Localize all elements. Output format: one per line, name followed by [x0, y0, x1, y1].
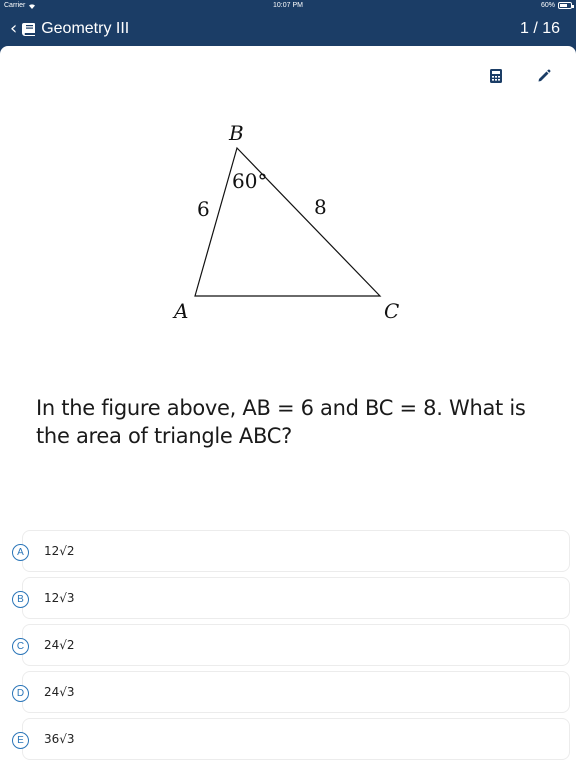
- vertex-a-label: A: [172, 299, 188, 323]
- choice-letter-badge: C: [12, 638, 29, 655]
- back-button[interactable]: ‹ Geometry III: [10, 18, 129, 40]
- book-icon: [22, 23, 36, 36]
- status-time: 10:07 PM: [273, 2, 303, 9]
- choice-text: 24√2: [44, 638, 75, 652]
- battery-percent: 60%: [540, 2, 555, 9]
- choice-letter-badge: B: [12, 591, 29, 608]
- battery-icon: [558, 2, 574, 9]
- pencil-icon[interactable]: [536, 68, 552, 84]
- choice-e[interactable]: E 36√3: [12, 718, 570, 760]
- vertex-b-label: B: [228, 121, 244, 145]
- choice-c[interactable]: C 24√2: [12, 624, 570, 666]
- nav-bar: ‹ Geometry III 1 / 16: [0, 12, 576, 46]
- triangle-figure: B A C 6 8 60°: [172, 121, 399, 323]
- question-progress: 1 / 16: [519, 20, 560, 37]
- status-bar: Carrier 10:07 PM 60%: [0, 0, 576, 12]
- question-text: In the figure above, AB = 6 and BC = 8. …: [36, 396, 526, 448]
- side-bc-label: 8: [314, 195, 327, 219]
- calculator-icon[interactable]: [488, 68, 504, 84]
- side-ab-label: 6: [197, 197, 210, 221]
- vertex-c-label: C: [384, 299, 399, 323]
- choice-letter-badge: A: [12, 544, 29, 561]
- choice-text: 12√2: [44, 544, 75, 558]
- battery-info: 60%: [540, 2, 574, 9]
- page-title: Geometry III: [41, 20, 130, 37]
- choice-text: 12√3: [44, 591, 75, 605]
- angle-b-label: 60°: [232, 169, 267, 193]
- choice-d[interactable]: D 24√3: [12, 671, 570, 713]
- choice-text: 36√3: [44, 732, 75, 746]
- triangle-abc: [194, 146, 382, 297]
- choice-letter-badge: E: [12, 732, 29, 749]
- chevron-left-icon: ‹: [10, 18, 18, 39]
- choice-a[interactable]: A 12√2: [12, 530, 570, 572]
- choice-text: 24√3: [44, 685, 75, 699]
- choice-letter-badge: D: [12, 685, 29, 702]
- question-panel: B A C 6 8 60° In the figure above, AB = …: [0, 46, 576, 768]
- choice-b[interactable]: B 12√3: [12, 577, 570, 619]
